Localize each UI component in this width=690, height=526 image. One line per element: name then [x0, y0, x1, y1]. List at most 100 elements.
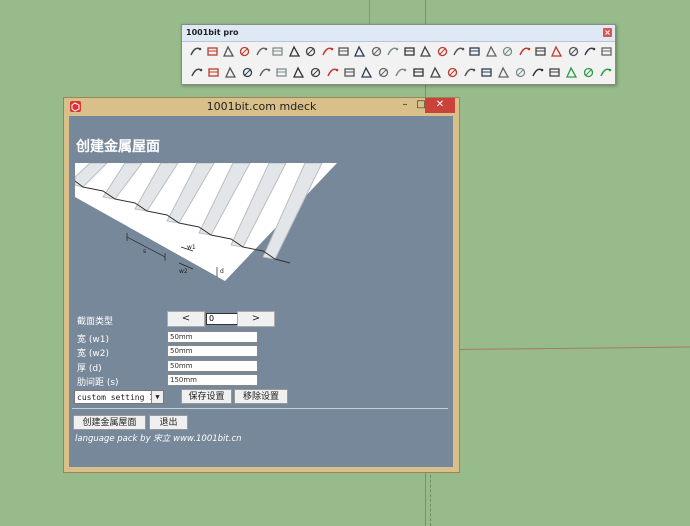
roof-profile-diagram: s w1 w2 d	[75, 163, 337, 281]
stepped-tool-button[interactable]	[342, 64, 358, 81]
box-tool-button[interactable]	[533, 43, 548, 60]
credit-text: language pack by 宋立 www.1001bit.cn	[75, 434, 242, 444]
red-curve-tool-button[interactable]	[237, 43, 252, 60]
louver-tool-button[interactable]	[478, 64, 494, 81]
green-cube-tool-button[interactable]	[598, 64, 614, 81]
split-tool-button[interactable]	[308, 64, 324, 81]
leaf-tool-button[interactable]	[401, 43, 416, 60]
arch-tool-button[interactable]	[352, 43, 367, 60]
frame-tool-button[interactable]	[359, 64, 375, 81]
box-icon	[535, 47, 546, 56]
next-profile-button[interactable]: >	[237, 311, 275, 327]
panel-tool-button[interactable]	[512, 64, 528, 81]
louver-icon	[481, 68, 492, 77]
w1-field[interactable]: 50mm	[167, 331, 258, 343]
prev-profile-button[interactable]: <	[167, 311, 205, 327]
window-titlebar[interactable]: 1001bit.com mdeck – □ ✕	[64, 98, 459, 115]
red-curve-icon	[240, 46, 250, 57]
w2-label: 宽 (w2)	[77, 349, 109, 359]
terrace-tool-button[interactable]	[547, 64, 563, 81]
curve-panel-icon	[532, 68, 544, 77]
wing-tool-button[interactable]	[303, 43, 318, 60]
dots-curve-tool-button[interactable]	[221, 43, 236, 60]
shell-tool-button[interactable]	[205, 64, 221, 81]
corner-tool-button[interactable]	[451, 43, 466, 60]
cube-icon	[551, 45, 563, 57]
gear-tool-button[interactable]	[188, 64, 204, 81]
layers-tool-button[interactable]	[239, 64, 255, 81]
cloud-shape-icon	[338, 47, 349, 56]
tool-icon	[503, 46, 513, 57]
profile-index-field[interactable]: 0	[206, 313, 238, 325]
pyramid-tool-button[interactable]	[582, 43, 597, 60]
grate-tool-button[interactable]	[427, 64, 443, 81]
cube-tool-button[interactable]	[549, 43, 564, 60]
green-box-icon	[566, 66, 578, 78]
palette-title-bar[interactable]: 1001bit pro ×	[182, 25, 615, 42]
spiral-tool-button[interactable]	[369, 43, 384, 60]
rail-tool-button[interactable]	[410, 64, 426, 81]
palette-close-button[interactable]: ×	[603, 28, 612, 37]
stack-icon	[259, 68, 271, 77]
separator-line	[72, 408, 448, 409]
mdeck-window: 1001bit.com mdeck – □ ✕ 创建金属屋面 s w1 w2 d…	[63, 97, 460, 473]
arch-icon	[354, 45, 366, 57]
column-tool-button[interactable]	[273, 64, 289, 81]
cloud-tool-button[interactable]	[319, 43, 334, 60]
green-box-tool-button[interactable]	[564, 64, 580, 81]
terrace-icon	[549, 68, 560, 77]
stair-tool-button[interactable]	[270, 43, 285, 60]
diagram-label-s: s	[143, 248, 146, 255]
tile-tool-button[interactable]	[461, 64, 477, 81]
red-axis-line	[454, 346, 690, 350]
rib-spacing-field[interactable]: 150mm	[167, 374, 258, 386]
pipe-tool-button[interactable]	[434, 43, 449, 60]
create-roof-button[interactable]: 创建金属屋面	[73, 415, 146, 430]
red-tool-tool-button[interactable]	[516, 43, 531, 60]
box-shape-tool-button[interactable]	[254, 43, 269, 60]
close-button[interactable]: ✕	[425, 98, 455, 113]
cloud-shape-tool-button[interactable]	[336, 43, 351, 60]
stairs-tool-button[interactable]	[495, 64, 511, 81]
mirror-icon	[568, 46, 579, 57]
door-icon	[379, 67, 389, 78]
red-tool-icon	[518, 47, 530, 56]
hand-tool-button[interactable]	[418, 43, 433, 60]
wedge-tool-button[interactable]	[287, 43, 302, 60]
door-tool-button[interactable]	[376, 64, 392, 81]
diagram-label-w1: w1	[187, 244, 196, 251]
stack-tool-button[interactable]	[256, 64, 272, 81]
panel-icon	[515, 67, 526, 78]
circle-arc-tool-button[interactable]	[204, 43, 219, 60]
toolbar-row-2	[182, 64, 615, 84]
save-settings-button[interactable]: 保存设置	[181, 389, 232, 404]
angle-tool-button[interactable]	[484, 43, 499, 60]
chevron-down-icon[interactable]: ▼	[151, 391, 163, 403]
bend-tool-button[interactable]	[467, 43, 482, 60]
rib-spacing-label: 肋间距 (s)	[77, 378, 119, 388]
roof-tool-button[interactable]	[444, 64, 460, 81]
dashed-axis-line	[430, 470, 432, 526]
w2-field[interactable]: 50mm	[167, 345, 258, 357]
thickness-field[interactable]: 50mm	[167, 360, 258, 372]
mirror-tool-button[interactable]	[566, 43, 581, 60]
eye-tool-button[interactable]	[385, 43, 400, 60]
green-grid-tool-button[interactable]	[581, 64, 597, 81]
eye-icon	[387, 47, 399, 56]
layers-icon	[242, 67, 252, 78]
window-tool-button[interactable]	[393, 64, 409, 81]
w1-label: 宽 (w1)	[77, 335, 109, 345]
box-shape-icon	[256, 47, 268, 56]
curve-panel-tool-button[interactable]	[530, 64, 546, 81]
arc-tool-button[interactable]	[188, 43, 203, 60]
tool-tool-button[interactable]	[500, 43, 515, 60]
grid-tool-button[interactable]	[599, 43, 614, 60]
exit-button[interactable]: 退出	[149, 415, 188, 430]
setting-select[interactable]: custom setting 1 ▼	[74, 390, 164, 404]
pyramid-icon	[584, 47, 596, 56]
arrow-tool-button[interactable]	[325, 64, 341, 81]
down-arrow-tool-button[interactable]	[290, 64, 306, 81]
window-icon	[395, 68, 407, 77]
remove-settings-button[interactable]: 移除设置	[234, 389, 288, 404]
fold-tool-button[interactable]	[222, 64, 238, 81]
